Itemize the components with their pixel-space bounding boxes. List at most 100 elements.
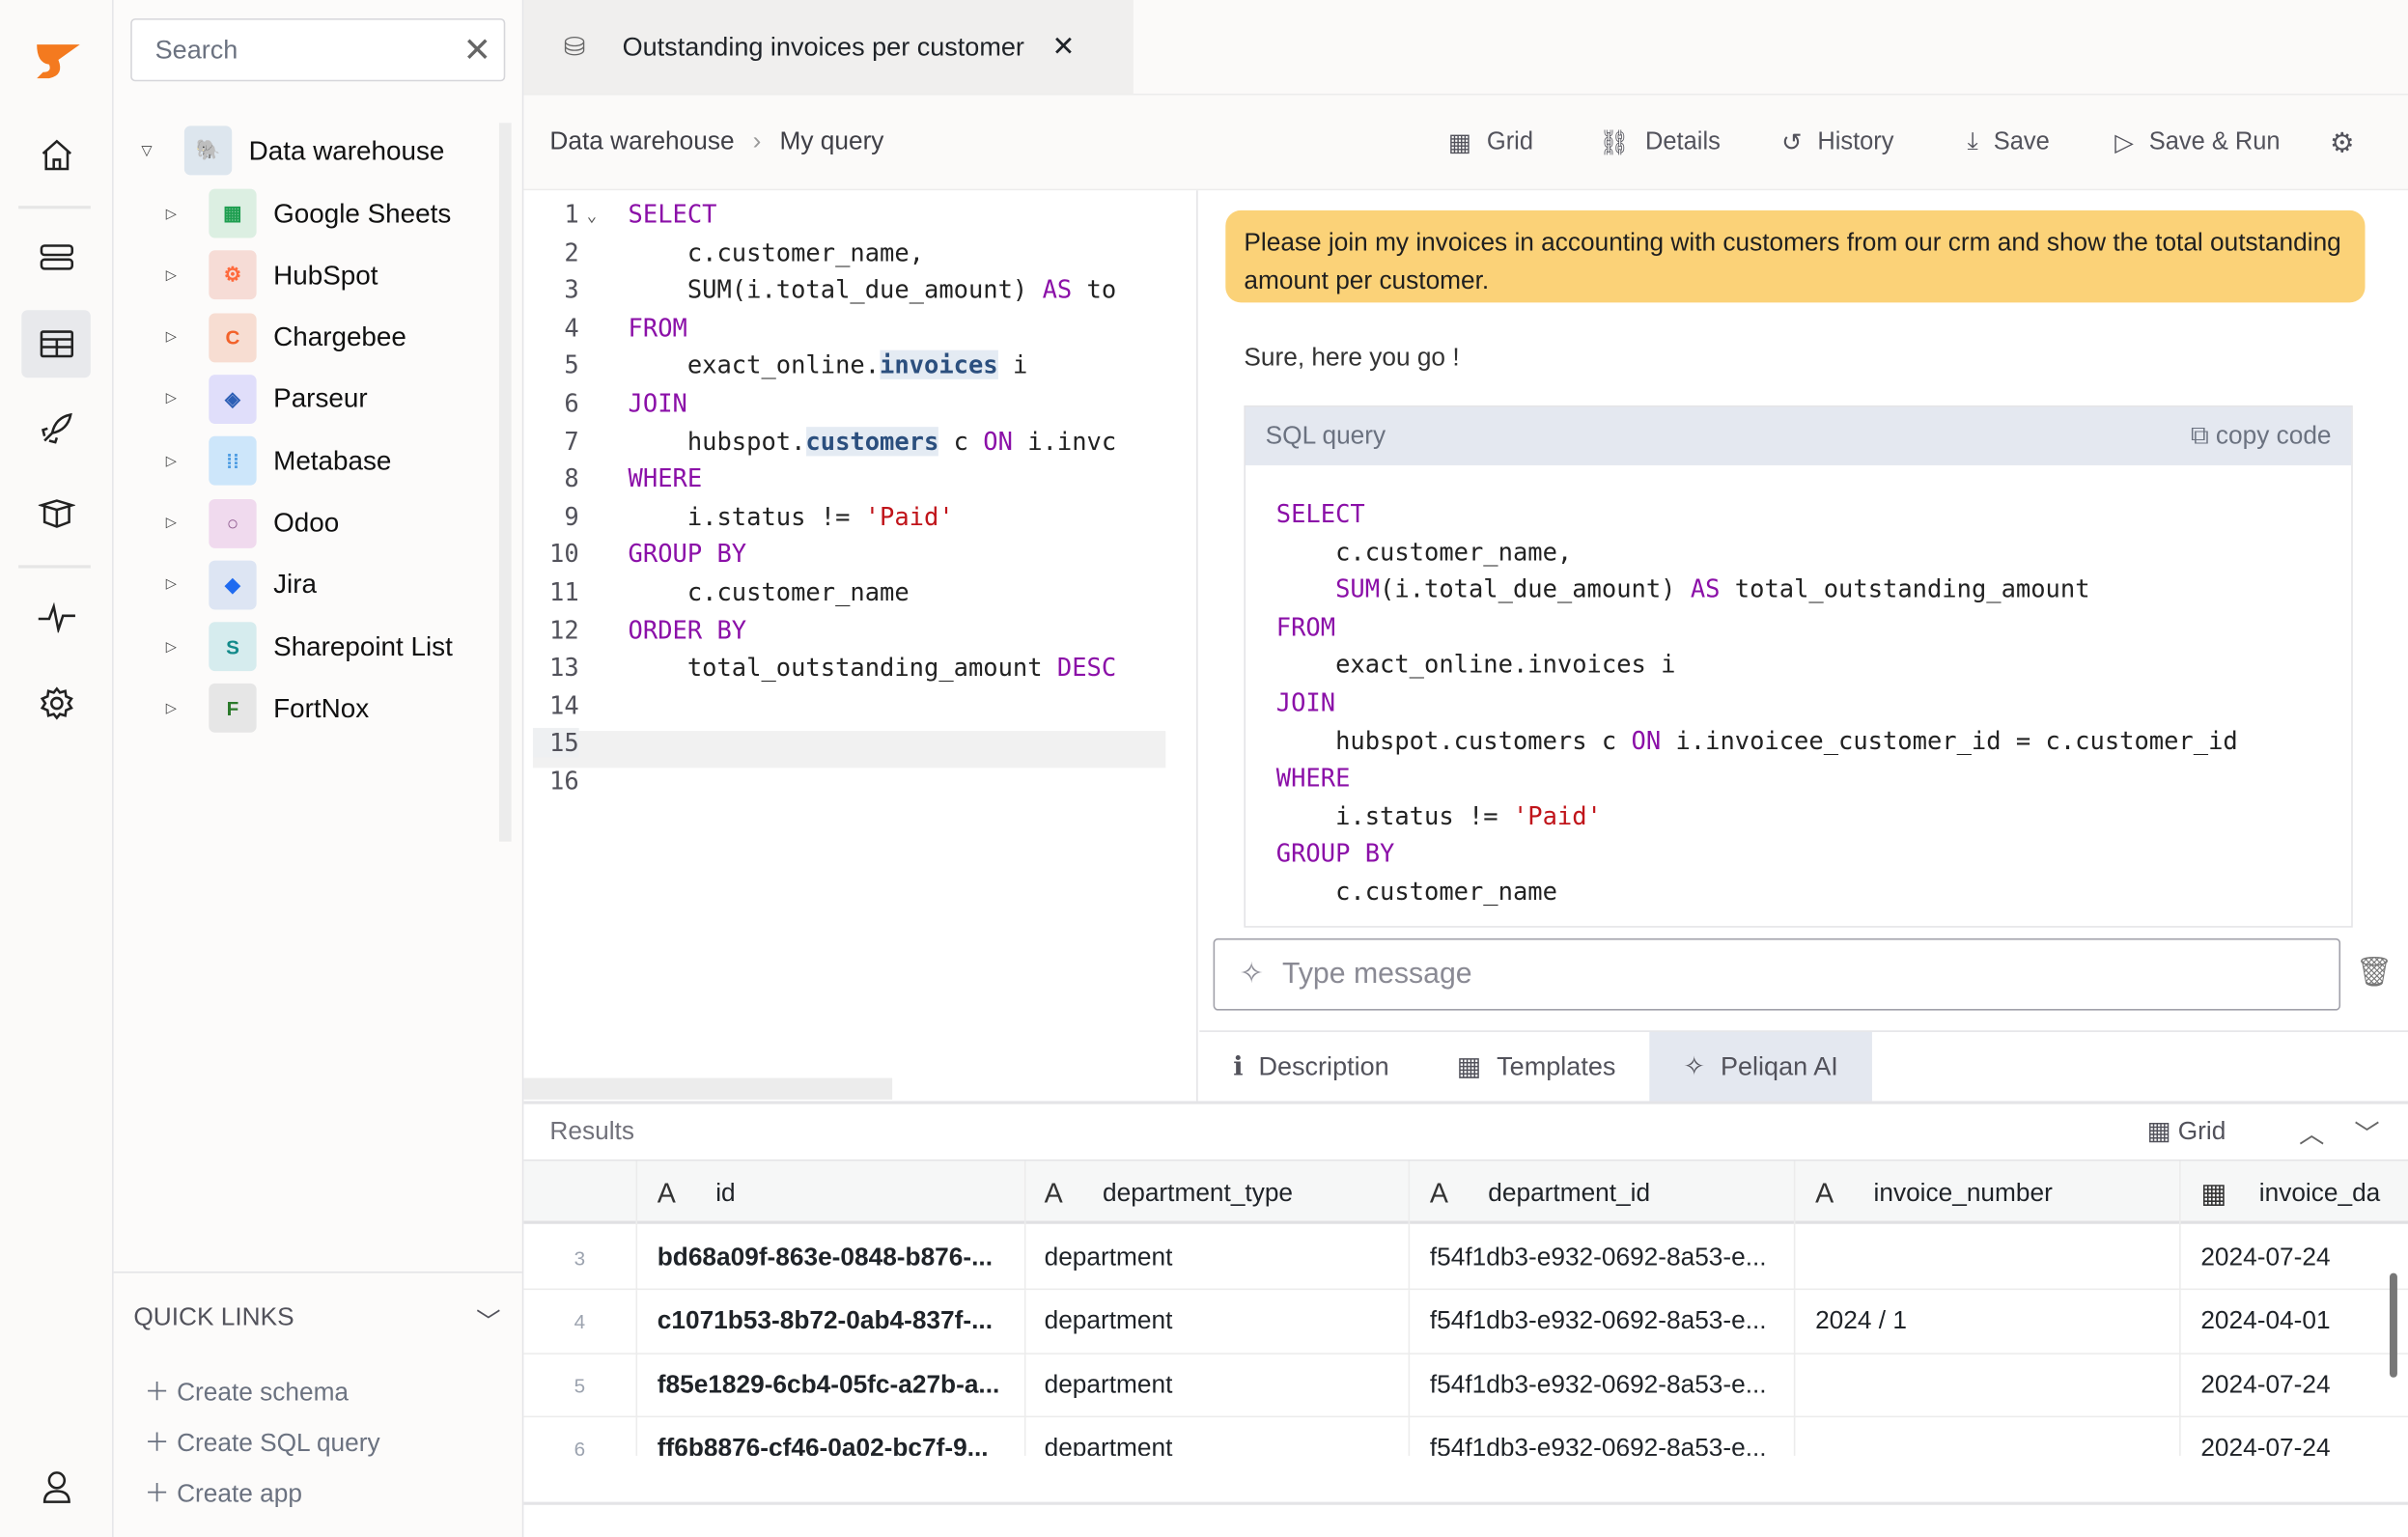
- table-cell[interactable]: [1795, 1225, 2181, 1291]
- sidebar-scrollbar[interactable]: [498, 123, 512, 842]
- tree-item[interactable]: ▷ ▦ Google Sheets: [166, 187, 452, 239]
- pelican-logo-icon[interactable]: [21, 28, 91, 96]
- line-number: 7: [564, 426, 579, 456]
- copy-code-button[interactable]: ⧉ copy code: [2191, 422, 2332, 451]
- chevron-up-icon[interactable]: ︿: [2299, 1113, 2324, 1150]
- rocket-icon[interactable]: [21, 395, 91, 462]
- table-cell[interactable]: f54f1db3-e932-0692-8a53-e...: [1410, 1416, 1796, 1456]
- table-icon[interactable]: [21, 310, 91, 378]
- code-token: AS: [1042, 275, 1073, 305]
- table-cell[interactable]: department: [1024, 1416, 1411, 1456]
- assistant-reply: Sure, here you go !: [1244, 344, 1460, 372]
- fold-chevron-icon[interactable]: ⌄: [587, 206, 598, 226]
- user-icon[interactable]: [21, 1453, 91, 1521]
- caret-right-icon[interactable]: ▷: [166, 391, 187, 407]
- row-number[interactable]: 3: [523, 1225, 638, 1291]
- breadcrumb-my-query[interactable]: My query: [780, 127, 884, 156]
- caret-right-icon[interactable]: ▷: [166, 205, 187, 221]
- save-button[interactable]: ⤓ Save: [1968, 96, 2050, 191]
- table-cell[interactable]: f85e1829-6cb4-05fc-a27b-a...: [637, 1353, 1026, 1418]
- settings-button[interactable]: ⚙: [2330, 96, 2355, 191]
- code-line: c.customer_name,: [629, 238, 924, 266]
- table-cell[interactable]: 2024-04-01: [2181, 1289, 2408, 1354]
- tab-description[interactable]: ℹ Description: [1199, 1032, 1422, 1103]
- table-cell[interactable]: bd68a09f-863e-0848-b876-...: [637, 1225, 1026, 1291]
- table-cell[interactable]: 2024-07-24: [2181, 1353, 2408, 1417]
- tab-templates[interactable]: ▦ Templates: [1423, 1032, 1650, 1103]
- activity-icon[interactable]: [21, 583, 91, 651]
- caret-right-icon[interactable]: ▷: [166, 576, 187, 593]
- search-input[interactable]: Search ✕: [130, 18, 506, 82]
- clear-search-icon[interactable]: ✕: [463, 31, 491, 70]
- tree-item[interactable]: ▷ ○ Odoo: [166, 497, 339, 549]
- trash-icon[interactable]: 🗑: [2356, 954, 2393, 991]
- database-icon[interactable]: [21, 224, 91, 292]
- caret-down-icon[interactable]: ▽: [141, 142, 162, 158]
- save-run-button[interactable]: ▷ Save & Run: [2114, 96, 2280, 191]
- caret-right-icon[interactable]: ▷: [166, 329, 187, 346]
- tree-item[interactable]: ▷ ◈ Parseur: [166, 373, 368, 425]
- table-cell[interactable]: department: [1024, 1353, 1411, 1418]
- table-cell[interactable]: f54f1db3-e932-0692-8a53-e...: [1410, 1225, 1796, 1291]
- table-cell[interactable]: 2024-07-24: [2181, 1416, 2408, 1456]
- table-cell[interactable]: department: [1024, 1225, 1411, 1291]
- row-number[interactable]: 6: [523, 1416, 638, 1456]
- table-cell[interactable]: f54f1db3-e932-0692-8a53-e...: [1410, 1353, 1796, 1418]
- row-number[interactable]: 4: [523, 1289, 638, 1355]
- sql-code-block: SQL query ⧉ copy code SELECT c.customer_n…: [1244, 405, 2353, 928]
- code-line: SUM(i.total_due_amount) AS to: [629, 275, 1116, 305]
- chevron-down-icon[interactable]: ﹀: [2354, 1113, 2379, 1150]
- table-cell[interactable]: [1795, 1416, 2181, 1456]
- tree-item[interactable]: ▷ S Sharepoint List: [166, 621, 453, 673]
- label: Save & Run: [2148, 128, 2281, 155]
- table-cell[interactable]: department: [1024, 1289, 1411, 1355]
- close-tab-icon[interactable]: ✕: [1052, 31, 1076, 63]
- tree-item[interactable]: ▷ ◆ Jira: [166, 559, 317, 611]
- grid-button[interactable]: ▦ Grid: [1448, 96, 1533, 191]
- column-header[interactable]: Adepartment_type: [1024, 1160, 1411, 1226]
- table-cell[interactable]: f54f1db3-e932-0692-8a53-e...: [1410, 1289, 1796, 1355]
- tree-item[interactable]: ▷ ⁞⁞ Metabase: [166, 434, 391, 487]
- table-cell[interactable]: [1795, 1353, 2181, 1418]
- column-header[interactable]: Ainvoice_number: [1795, 1160, 2181, 1226]
- tree-item[interactable]: ▷ ⚙ HubSpot: [166, 249, 378, 301]
- download-icon: ⤓: [1967, 128, 1978, 155]
- caret-right-icon[interactable]: ▷: [166, 515, 187, 531]
- row-number[interactable]: 5: [523, 1353, 638, 1418]
- code-token: customers: [805, 426, 939, 456]
- box-icon[interactable]: [21, 479, 91, 546]
- grid-scrollbar[interactable]: [2389, 1272, 2397, 1378]
- code-line: c.customer_name: [1276, 874, 2238, 911]
- gear-icon[interactable]: [21, 670, 91, 738]
- caret-right-icon[interactable]: ▷: [166, 638, 187, 655]
- create-schema-link[interactable]: ＋ Create schema: [145, 1371, 350, 1408]
- details-button[interactable]: ⛓ Details: [1599, 96, 1721, 191]
- table-cell[interactable]: ff6b8876-cf46-0a02-bc7f-9...: [637, 1416, 1026, 1456]
- column-header[interactable]: Aid: [637, 1160, 1026, 1226]
- table-cell[interactable]: 2024-07-24: [2181, 1225, 2408, 1290]
- tab-peliqan-ai[interactable]: ✧ Peliqan AI: [1649, 1031, 1872, 1104]
- horizontal-scrollbar[interactable]: [523, 1077, 893, 1100]
- history-button[interactable]: ↺ History: [1781, 96, 1893, 191]
- caret-right-icon[interactable]: ▷: [166, 453, 187, 469]
- tab-query[interactable]: ⛁ Outstanding invoices per customer ✕: [523, 0, 1134, 95]
- tree-item[interactable]: ▷ F FortNox: [166, 683, 369, 735]
- caret-right-icon[interactable]: ▷: [166, 266, 187, 283]
- grid-view-button[interactable]: ▦ Grid: [2147, 1116, 2226, 1147]
- tree-item[interactable]: ▷ C Chargebee: [166, 311, 406, 363]
- table-cell[interactable]: c1071b53-8b72-0ab4-837f-...: [637, 1289, 1026, 1355]
- breadcrumb-data-warehouse[interactable]: Data warehouse: [549, 127, 734, 156]
- home-icon[interactable]: [21, 122, 91, 189]
- sql-editor[interactable]: 1 SELECT 2 c.customer_name, 3 SUM(i.total_d…: [523, 190, 1198, 1104]
- divider: [523, 1501, 2408, 1505]
- column-header[interactable]: ▦ invoice_da: [2181, 1160, 2408, 1225]
- line-number: 16: [549, 766, 579, 796]
- chevron-down-icon[interactable]: ﹀: [476, 1300, 500, 1337]
- column-header[interactable]: Adepartment_id: [1410, 1160, 1796, 1226]
- message-input[interactable]: ✧ Type message: [1213, 937, 2341, 1011]
- tree-item-data-warehouse[interactable]: ▽ 🐘 Data warehouse: [141, 125, 444, 177]
- caret-right-icon[interactable]: ▷: [166, 700, 187, 716]
- create-sql-query-link[interactable]: ＋ Create SQL query: [145, 1422, 380, 1459]
- table-cell[interactable]: 2024 / 1: [1795, 1289, 2181, 1355]
- create-app-link[interactable]: ＋ Create app: [145, 1472, 302, 1509]
